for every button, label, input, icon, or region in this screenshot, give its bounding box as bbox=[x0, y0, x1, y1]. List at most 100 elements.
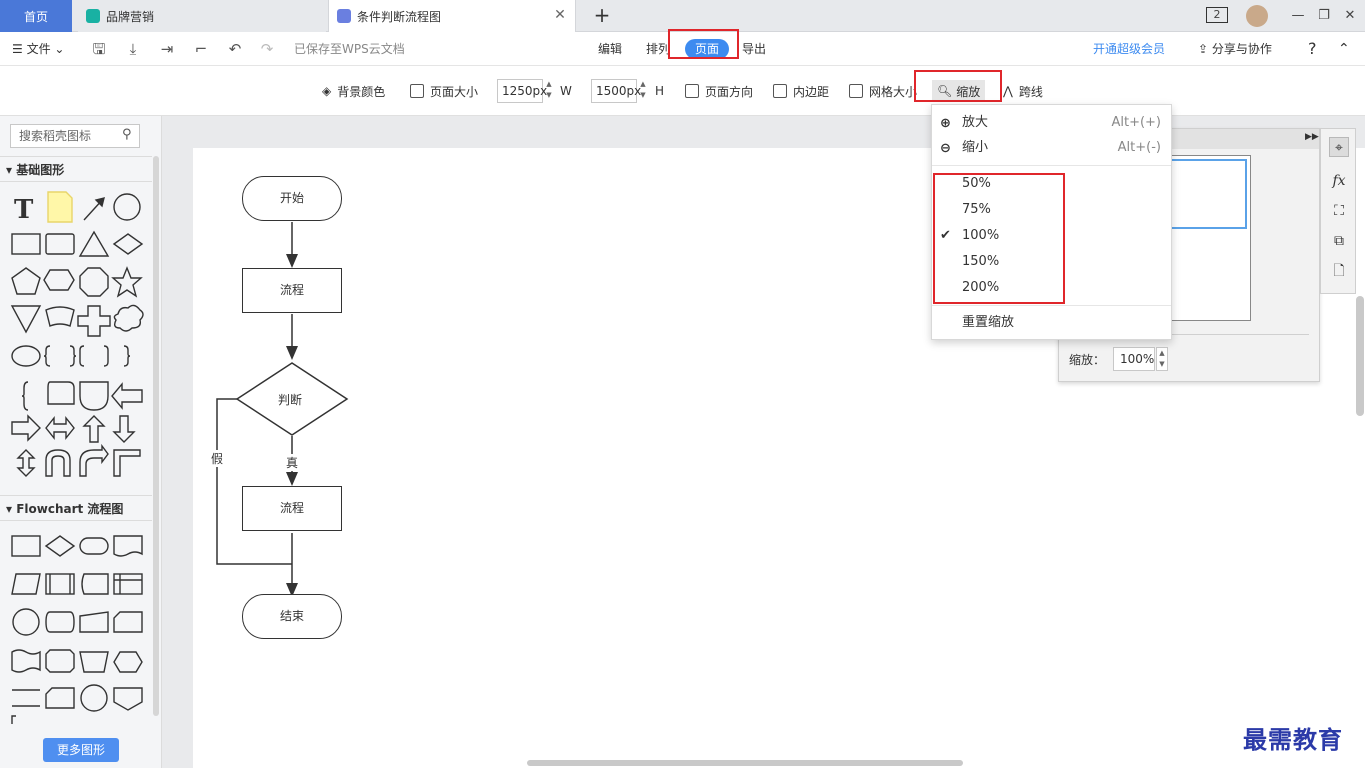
bg-color-label: 背景颜色 bbox=[337, 84, 386, 99]
collapse-icon[interactable]: ⌃ bbox=[1338, 32, 1350, 66]
avatar[interactable] bbox=[1246, 5, 1268, 27]
zoom-out-item[interactable]: ⊖ 缩小 Alt+(-) bbox=[932, 135, 1171, 161]
paint-bucket-icon: ◈ bbox=[322, 84, 332, 98]
menu-divider bbox=[932, 305, 1171, 306]
navigator-viewport[interactable] bbox=[1159, 159, 1247, 229]
orientation-icon bbox=[685, 84, 699, 98]
reset-zoom-item[interactable]: 重置缩放 bbox=[932, 310, 1171, 336]
grid-size-button[interactable]: 网格大小 bbox=[849, 80, 917, 102]
minimize-icon[interactable]: — bbox=[1288, 4, 1308, 28]
height-input[interactable]: 1500px bbox=[591, 79, 641, 103]
more-shapes-button[interactable]: 更多图形 bbox=[43, 738, 119, 762]
flowchart-shapes-grid[interactable] bbox=[0, 528, 152, 728]
zoom-in-label: 放大 bbox=[962, 115, 989, 130]
padding-button[interactable]: 内边距 bbox=[773, 80, 829, 102]
save-icon[interactable]: 🖫 bbox=[90, 40, 108, 58]
page-size-button[interactable]: 页面大小 bbox=[410, 80, 478, 102]
flow-end-node[interactable]: 结束 bbox=[242, 594, 342, 639]
add-tab-button[interactable]: + bbox=[590, 4, 614, 28]
left-scrollbar[interactable] bbox=[153, 156, 159, 716]
svg-text:T: T bbox=[14, 195, 34, 225]
pages-icon[interactable]: ⧉ bbox=[1329, 231, 1349, 251]
flow-decision-label[interactable]: 判断 bbox=[278, 391, 302, 408]
save-status: 已保存至WPS云文档 bbox=[294, 42, 405, 56]
vertical-scrollbar[interactable] bbox=[1356, 296, 1364, 416]
tab-export[interactable]: 导出 bbox=[742, 39, 766, 59]
bg-color-button[interactable]: ◈ 背景颜色 bbox=[322, 80, 385, 102]
window-count-badge[interactable]: 2 bbox=[1206, 7, 1228, 23]
vip-link[interactable]: 开通超级会员 bbox=[1093, 32, 1165, 66]
width-unit: W bbox=[560, 84, 572, 98]
tab-home[interactable]: 首页 bbox=[0, 0, 72, 32]
tab-label: 条件判断流程图 bbox=[357, 9, 442, 24]
share-button[interactable]: ⇪ 分享与协作 bbox=[1198, 32, 1272, 66]
redo-icon[interactable]: ↷ bbox=[258, 40, 276, 58]
highlight-box bbox=[933, 173, 1065, 304]
zoom-in-icon: ⊕ bbox=[940, 116, 951, 131]
close-icon[interactable]: ✕ bbox=[553, 8, 567, 22]
zoom-stepper[interactable]: ▲ ▼ bbox=[1156, 347, 1168, 371]
zoom-in-shortcut: Alt+(+) bbox=[1111, 115, 1161, 130]
menu-icon: ☰ bbox=[12, 42, 27, 56]
close-window-icon[interactable]: ✕ bbox=[1340, 4, 1360, 28]
watermark-text: 最需教育 bbox=[1243, 725, 1343, 754]
panel-collapse-icon[interactable]: ▶▶ bbox=[1305, 132, 1319, 142]
chevron-down-icon: ▾ bbox=[6, 163, 17, 177]
page-size-icon bbox=[410, 84, 424, 98]
chevron-down-icon: ▾ bbox=[6, 502, 17, 516]
zoom-out-icon: ⊖ bbox=[940, 141, 951, 156]
flow-process-node[interactable]: 流程 bbox=[242, 486, 342, 531]
height-stepper[interactable]: ▲ ▼ bbox=[638, 79, 648, 103]
file-menu[interactable]: ☰ 文件 ⌄ bbox=[12, 32, 64, 66]
menu-divider bbox=[932, 165, 1171, 166]
undo-icon[interactable]: ↶ bbox=[226, 40, 244, 58]
formula-icon[interactable]: fx bbox=[1329, 171, 1349, 191]
format-painter-icon[interactable]: ⌐ bbox=[192, 40, 210, 58]
file-label: 文件 bbox=[26, 42, 51, 56]
flowchart-file-icon bbox=[337, 9, 351, 23]
mindmap-file-icon bbox=[86, 9, 100, 23]
zoom-in-item[interactable]: ⊕ 放大 Alt+(+) bbox=[932, 110, 1171, 136]
tab-edit[interactable]: 编辑 bbox=[598, 39, 622, 59]
width-input[interactable]: 1250px bbox=[497, 79, 547, 103]
false-branch-label: 假 bbox=[211, 450, 224, 467]
orientation-label: 页面方向 bbox=[705, 84, 754, 99]
page-size-label: 页面大小 bbox=[430, 84, 479, 99]
tab-label: 品牌营销 bbox=[106, 9, 155, 24]
search-icon[interactable]: ⚲ bbox=[122, 127, 132, 142]
basic-shapes-grid[interactable]: T bbox=[0, 186, 152, 486]
padding-label: 内边距 bbox=[793, 84, 830, 99]
crop-icon[interactable]: ⛶ bbox=[1329, 201, 1349, 221]
zoom-input[interactable]: 100% bbox=[1113, 347, 1155, 371]
help-button[interactable]: ? bbox=[1308, 32, 1317, 66]
share-icon: ⇪ bbox=[1198, 42, 1212, 56]
horizontal-scrollbar[interactable] bbox=[527, 760, 963, 766]
shape-search-input[interactable]: 搜索稻壳图标 bbox=[10, 124, 140, 148]
grid-size-label: 网格大小 bbox=[869, 84, 918, 99]
highlight-box bbox=[668, 29, 739, 59]
tab-brand-marketing[interactable]: 品牌营销 bbox=[78, 0, 326, 32]
section-basic-shapes[interactable]: ▾ 基础图形 bbox=[0, 156, 152, 182]
restore-icon[interactable]: ❐ bbox=[1314, 4, 1334, 28]
chevron-down-icon: ⌄ bbox=[50, 42, 65, 56]
flow-process-node[interactable]: 流程 bbox=[242, 268, 342, 313]
reset-zoom-label: 重置缩放 bbox=[962, 315, 1015, 330]
section-flowchart[interactable]: ▾ Flowchart 流程图 bbox=[0, 495, 152, 521]
download-icon[interactable]: ⤓ bbox=[124, 40, 142, 58]
tab-arrange[interactable]: 排列 bbox=[646, 39, 670, 59]
tab-condition-flowchart[interactable]: 条件判断流程图 ✕ bbox=[328, 0, 576, 32]
cross-line-button[interactable]: ⋀ 跨线 bbox=[1003, 80, 1043, 102]
width-stepper[interactable]: ▲ ▼ bbox=[544, 79, 554, 103]
zoom-out-label: 缩小 bbox=[962, 140, 989, 155]
zoom-out-shortcut: Alt+(-) bbox=[1117, 140, 1161, 155]
navigator-icon[interactable]: ⌖ bbox=[1329, 137, 1349, 157]
grid-icon bbox=[849, 84, 863, 98]
height-unit: H bbox=[655, 84, 665, 98]
flow-start-node[interactable]: 开始 bbox=[242, 176, 342, 221]
export-icon[interactable]: ⇥ bbox=[158, 40, 176, 58]
orientation-button[interactable]: 页面方向 bbox=[685, 80, 753, 102]
page-icon[interactable]: 🗋 bbox=[1329, 261, 1349, 281]
highlight-box bbox=[914, 70, 1002, 102]
shape-library: 搜索稻壳图标 ⚲ ▾ 基础图形 T ▾ Flowchart 流程图 更多图形 bbox=[0, 116, 162, 768]
section-label: Flowchart 流程图 bbox=[16, 502, 124, 516]
